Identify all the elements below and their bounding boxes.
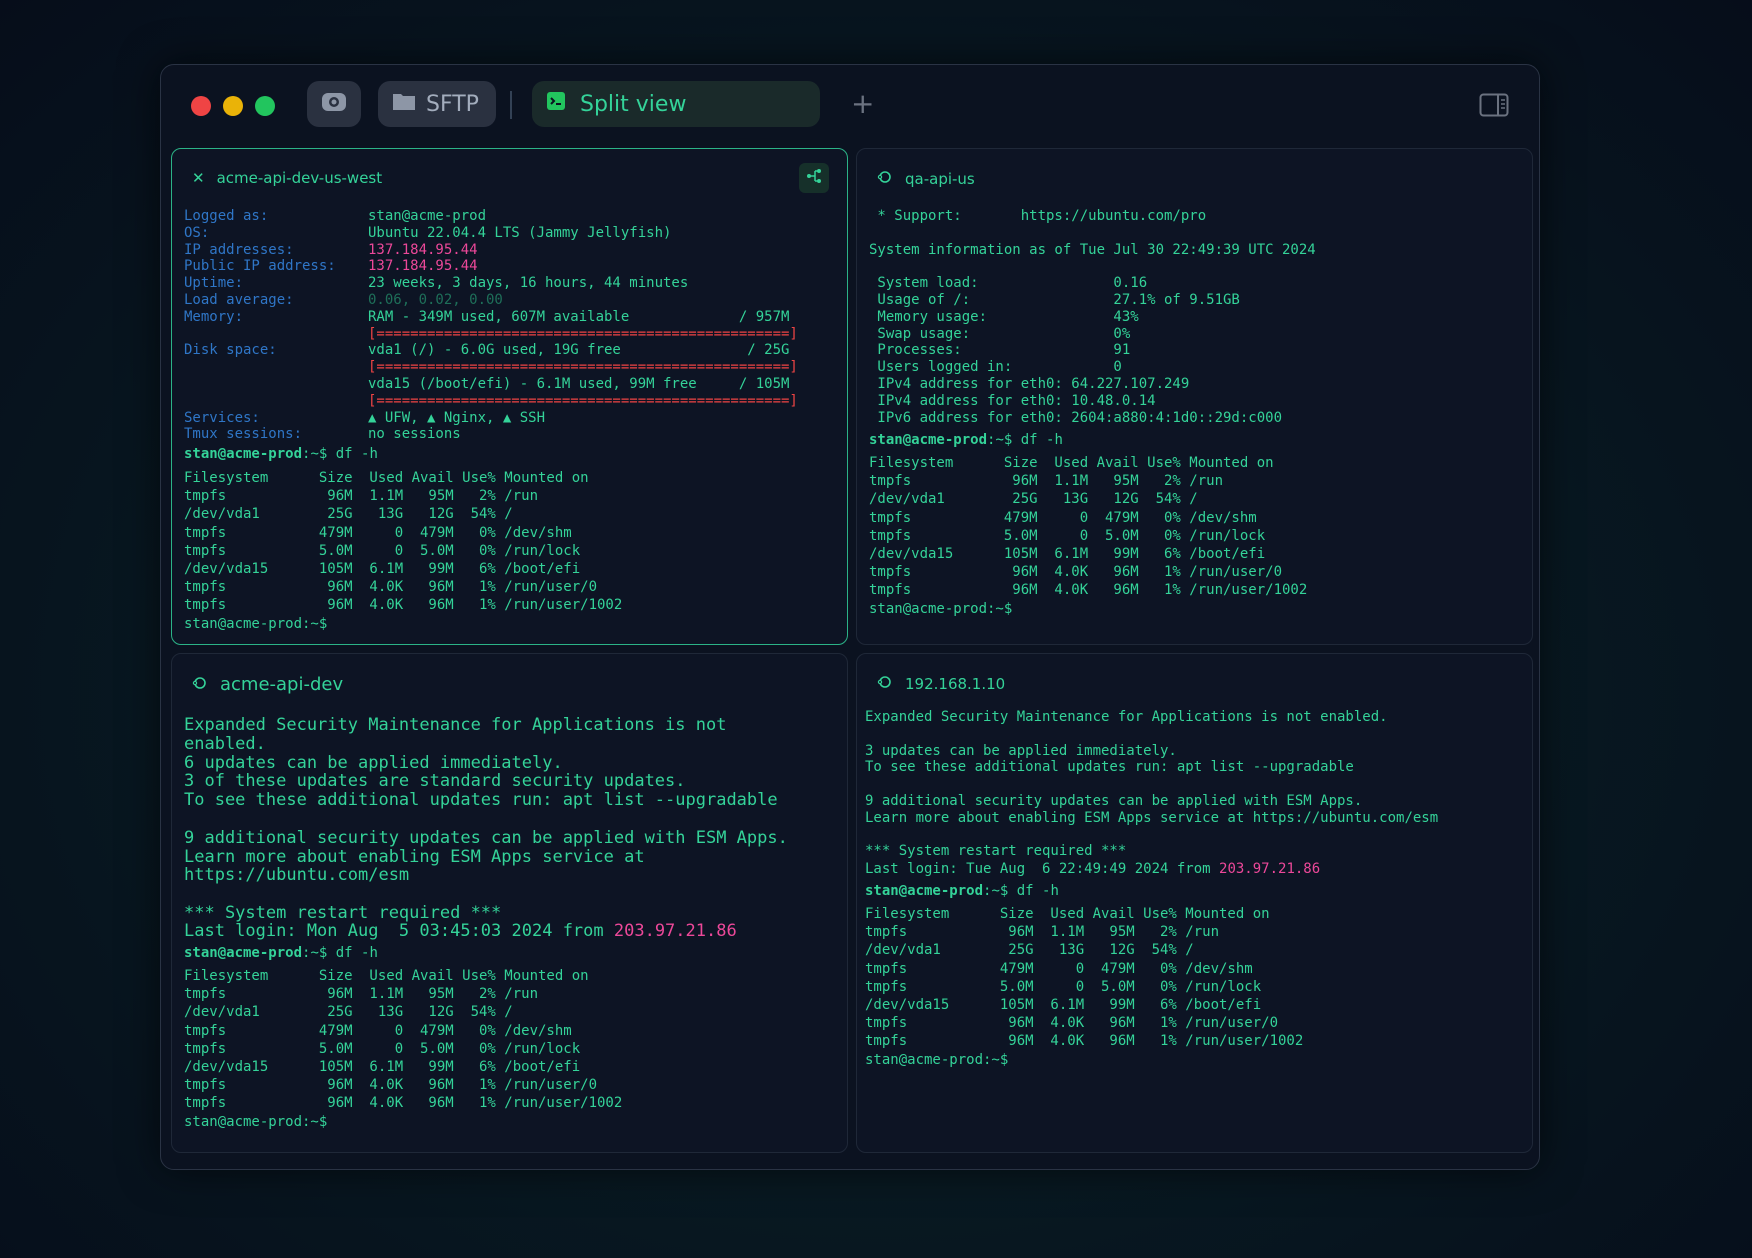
pane-header: ✕ acme-api-dev-us-west: [192, 169, 382, 187]
info-value: 0.06, 0.02, 0.00: [368, 291, 503, 308]
pane-title: acme-api-dev-us-west: [216, 169, 383, 187]
info-value: vda15 (/boot/efi) - 6.1M used, 99M free …: [368, 375, 790, 392]
info-value: stan@acme-prod: [368, 208, 487, 224]
info-value: [=======================================…: [368, 392, 798, 409]
info-row: [=======================================…: [184, 326, 798, 343]
terminal-prompt: stan@acme-prod:~$ df -h: [865, 883, 1059, 900]
info-row: Tmux sessions: no sessions: [184, 426, 798, 443]
info-label: Load average:: [184, 291, 294, 308]
pane-title: 192.168.1.10: [905, 675, 1006, 693]
hub-icon: [320, 90, 348, 118]
info-value: no sessions: [368, 426, 461, 443]
sidebar-toggle-icon[interactable]: [1479, 93, 1509, 121]
info-label: Uptime:: [184, 275, 244, 292]
info-label: Public IP address:: [184, 258, 336, 275]
prompt-user: stan@acme-prod: [865, 883, 984, 899]
ubuntu-icon: [192, 675, 208, 695]
info-row: Uptime: 23 weeks, 3 days, 16 hours, 44 mi…: [184, 275, 798, 292]
terminal-output: stan@acme-prod:~$ df -h: [184, 446, 378, 463]
tab-split-view[interactable]: Split view: [532, 81, 820, 127]
info-label: Services:: [184, 409, 260, 426]
last-login-text: Last login: Mon Aug 5 03:45:03 2024 from: [184, 921, 614, 941]
add-tab-button[interactable]: +: [851, 87, 874, 120]
info-row: [=======================================…: [184, 393, 798, 410]
terminal-output: Expanded Security Maintenance for Applic…: [184, 715, 788, 923]
prompt-user: stan@acme-prod: [184, 446, 303, 462]
close-pane-icon[interactable]: ✕: [192, 169, 205, 187]
last-login-text: Last login: Tue Aug 6 22:49:49 2024 from: [865, 861, 1220, 877]
info-label: OS:: [184, 224, 210, 241]
terminal-output: * Support: https://ubuntu.com/pro System…: [869, 208, 1316, 426]
info-label: Logged as:: [184, 208, 269, 224]
info-row: Public IP address: 137.184.95.44: [184, 258, 798, 275]
terminal-app-window: SFTP Split view + ✕ acme-api-dev-us-west…: [160, 64, 1540, 1170]
df-output: Filesystem Size Used Avail Use% Mounted …: [184, 968, 623, 1130]
tab-sftp-label: SFTP: [426, 91, 479, 117]
prompt-command: :~$ df -h: [987, 432, 1063, 448]
prompt-command: :~$ df -h: [302, 945, 378, 961]
terminal-pane-top-left[interactable]: ✕ acme-api-dev-us-west Logged as: stan@ac…: [171, 148, 848, 645]
last-login-ip: 203.97.21.86: [613, 921, 737, 941]
minimize-window-button[interactable]: [223, 96, 243, 116]
df-output: Filesystem Size Used Avail Use% Mounted …: [869, 455, 1308, 617]
info-row: Services: ▲ UFW, ▲ Nginx, ▲ SSH: [184, 410, 798, 427]
tab-separator: [510, 91, 512, 119]
info-row: Memory: RAM - 349M used, 607M available /…: [184, 309, 798, 326]
terminal-output: Expanded Security Maintenance for Applic…: [865, 709, 1439, 860]
prompt-command: :~$ df -h: [302, 446, 378, 462]
info-label: Disk space:: [184, 342, 277, 359]
ubuntu-icon: [877, 674, 893, 694]
info-label: Memory:: [184, 308, 244, 325]
info-label: IP addresses:: [184, 241, 294, 258]
info-row: Logged as: stan@acme-prod: [184, 208, 798, 225]
info-value: RAM - 349M used, 607M available / 957M: [368, 308, 790, 325]
terminal-pane-top-right[interactable]: qa-api-us * Support: https://ubuntu.com/…: [856, 148, 1533, 645]
info-value: Ubuntu 22.04.4 LTS (Jammy Jellyfish): [368, 224, 672, 241]
info-row: [=======================================…: [184, 359, 798, 376]
last-login-line: Last login: Mon Aug 5 03:45:03 2024 from…: [184, 922, 737, 941]
df-output: Filesystem Size Used Avail Use% Mounted …: [865, 906, 1304, 1068]
last-login-ip: 203.97.21.86: [1219, 861, 1321, 877]
terminal-icon: [546, 91, 566, 117]
terminal-prompt: stan@acme-prod:~$ df -h: [869, 432, 1063, 449]
df-output: Filesystem Size Used Avail Use% Mounted …: [184, 470, 623, 632]
info-value: vda1 (/) - 6.0G used, 19G free / 25G: [368, 342, 790, 359]
pane-header: qa-api-us: [877, 169, 975, 189]
close-window-button[interactable]: [191, 96, 211, 116]
info-row: OS: Ubuntu 22.04.4 LTS (Jammy Jellyfish): [184, 225, 798, 242]
share-icon: [805, 167, 823, 189]
share-session-button[interactable]: [799, 163, 829, 193]
tab-sftp[interactable]: SFTP: [378, 81, 496, 127]
pane-title: qa-api-us: [905, 170, 975, 188]
prompt-user: stan@acme-prod: [184, 945, 303, 961]
ubuntu-icon: [877, 169, 893, 189]
folder-icon: [392, 91, 416, 117]
info-label: Tmux sessions:: [184, 426, 303, 443]
info-value: [=======================================…: [368, 325, 798, 342]
tab-split-view-label: Split view: [580, 91, 687, 117]
info-value: 137.184.95.44: [368, 258, 478, 275]
terminal-pane-bottom-right[interactable]: 192.168.1.10 Expanded Security Maintenan…: [856, 653, 1533, 1153]
maximize-window-button[interactable]: [255, 96, 275, 116]
info-value: 137.184.95.44: [368, 241, 478, 258]
pane-title: acme-api-dev: [220, 674, 344, 695]
title-bar: SFTP Split view +: [161, 65, 1539, 145]
info-row: Load average: 0.06, 0.02, 0.00: [184, 292, 798, 309]
terminal-pane-bottom-left[interactable]: acme-api-dev Expanded Security Maintenan…: [171, 653, 848, 1153]
info-row: IP addresses: 137.184.95.44: [184, 242, 798, 259]
terminal-prompt: stan@acme-prod:~$ df -h: [184, 945, 378, 962]
prompt-command: :~$ df -h: [983, 883, 1059, 899]
prompt-user: stan@acme-prod: [869, 432, 988, 448]
info-value: 23 weeks, 3 days, 16 hours, 44 minutes: [368, 275, 689, 292]
system-info-block: Logged as: stan@acme-prod OS: Ubuntu 22.04.…: [184, 208, 798, 443]
pane-header: 192.168.1.10: [877, 674, 1005, 694]
tab-hub[interactable]: [307, 81, 361, 127]
pane-header: acme-api-dev: [192, 674, 343, 695]
info-row: vda15 (/boot/efi) - 6.1M used, 99M free …: [184, 376, 798, 393]
last-login-line: Last login: Tue Aug 6 22:49:49 2024 from…: [865, 861, 1320, 878]
info-value: ▲ UFW, ▲ Nginx, ▲ SSH: [368, 409, 546, 426]
info-row: Disk space: vda1 (/) - 6.0G used, 19G fre…: [184, 342, 798, 359]
info-value: [=======================================…: [368, 359, 798, 376]
